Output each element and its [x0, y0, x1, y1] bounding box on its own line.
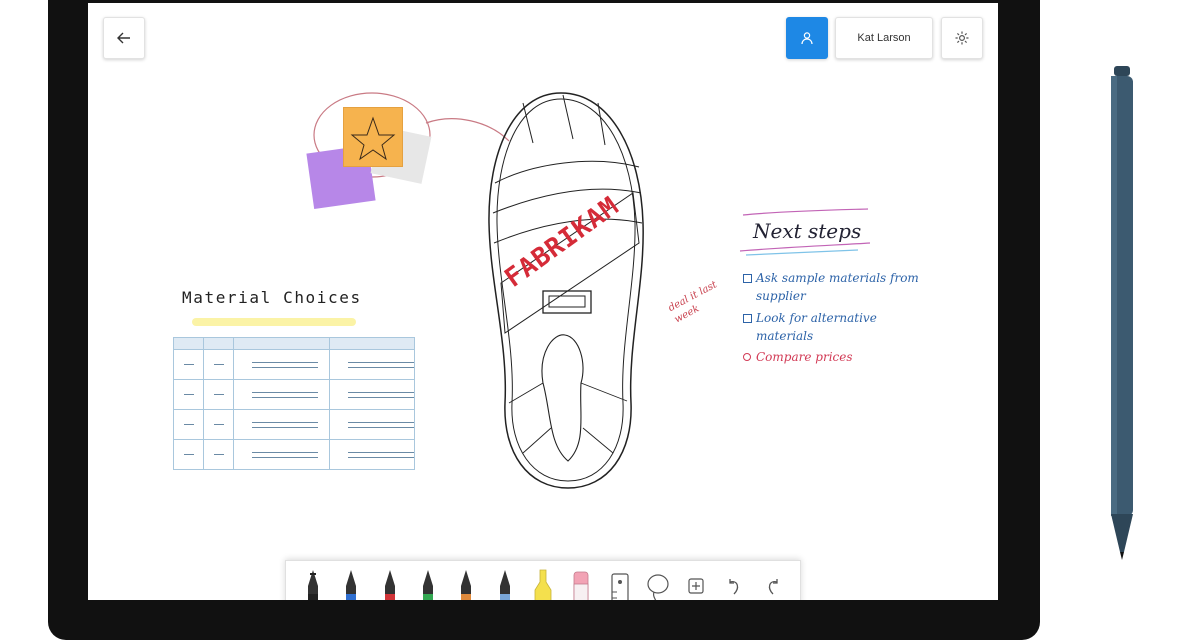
material-table[interactable]: [173, 337, 415, 470]
next-steps-title: Next steps: [753, 219, 862, 243]
add-button[interactable]: [681, 566, 711, 600]
pen-icon: [423, 570, 434, 600]
user-name: Kat Larson: [857, 32, 911, 44]
scribble: [252, 421, 318, 428]
scribble: [252, 391, 318, 398]
scribble: [183, 364, 194, 365]
next-step-item: Look for alternative materials: [756, 311, 877, 343]
lasso-icon: [647, 574, 669, 600]
eraser-tool[interactable]: [566, 566, 596, 600]
eraser-icon: [573, 571, 589, 600]
pen-icon: [346, 570, 357, 600]
next-step-item: Compare prices: [756, 350, 853, 364]
pen-icon: [308, 570, 319, 600]
blue-pen-tool[interactable]: [336, 566, 366, 600]
table-row: [173, 439, 415, 470]
redo-icon: [768, 579, 778, 595]
add-icon: [688, 578, 704, 594]
scribble: [348, 451, 414, 458]
redo-button[interactable]: [758, 566, 788, 600]
orange-pen-tool[interactable]: [451, 566, 481, 600]
stylus-pen: [1111, 66, 1133, 560]
pen-icon: [461, 570, 472, 600]
scribble: [348, 391, 414, 398]
table-row: [173, 379, 415, 410]
inking-toolbar[interactable]: [285, 560, 801, 600]
scribble: [348, 361, 414, 368]
checkbox-icon: [743, 274, 752, 283]
ruler-icon: [610, 573, 629, 600]
pen-icon: [384, 570, 395, 600]
green-pen-tool[interactable]: [413, 566, 443, 600]
next-step-item: Ask sample materials from supplier: [756, 271, 919, 303]
scribble: [213, 454, 224, 455]
shoe-brand-text: FABRIKAM: [499, 191, 624, 294]
red-pen-tool[interactable]: [375, 566, 405, 600]
table-header-row: [173, 337, 415, 350]
sticky-note-orange[interactable]: [343, 107, 403, 167]
scribble: [183, 394, 194, 395]
user-button[interactable]: [786, 17, 828, 59]
bullet-icon: [743, 353, 751, 361]
whiteboard-canvas[interactable]: Kat Larson Material Choices FABRIKAM dea…: [88, 3, 998, 600]
back-button[interactable]: [103, 17, 145, 59]
side-annotation: deal it last week: [666, 279, 719, 326]
pen-icon: [499, 570, 510, 600]
material-choices-title: Material Choices: [182, 288, 362, 307]
user-name-button[interactable]: Kat Larson: [835, 17, 933, 59]
scribble: [252, 361, 318, 368]
scribble: [252, 451, 318, 458]
settings-button[interactable]: [941, 17, 983, 59]
gear-icon: [955, 31, 969, 45]
scribble: [213, 364, 224, 365]
highlighter-icon: [534, 569, 552, 600]
scribble: [183, 454, 194, 455]
black-pen-tool[interactable]: [298, 566, 328, 600]
scribble: [213, 394, 224, 395]
highlighter-tool[interactable]: [528, 566, 558, 600]
undo-icon: [729, 579, 739, 595]
title-highlight: [192, 318, 356, 326]
checkbox-icon: [743, 314, 752, 323]
undo-button[interactable]: [719, 566, 749, 600]
light-blue-pen-tool[interactable]: [490, 566, 520, 600]
star-sketch-icon: [350, 116, 396, 161]
arrow-left-icon: [117, 32, 130, 44]
table-row: [173, 409, 415, 440]
scribble: [348, 421, 414, 428]
ruler-tool[interactable]: [605, 566, 635, 600]
table-row: [173, 349, 415, 380]
scribble: [183, 424, 194, 425]
shoe-sole-sketch[interactable]: FABRIKAM: [483, 83, 653, 503]
person-icon: [801, 32, 813, 45]
lasso-tool[interactable]: [643, 566, 673, 600]
scribble: [213, 424, 224, 425]
